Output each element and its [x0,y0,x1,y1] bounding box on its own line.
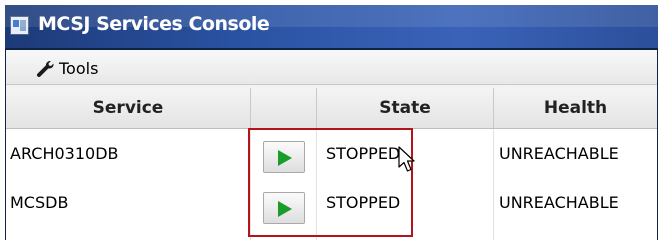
wrench-icon [37,60,54,77]
health-cell: UNREACHABLE [494,129,657,178]
app-icon [10,16,29,35]
column-header-health[interactable]: Health [494,88,657,128]
highlight-box [248,128,413,237]
service-name: ARCH0310DB [10,144,119,163]
window-title: MCSJ Services Console [38,13,270,35]
menu-bar: Tools [6,50,657,85]
title-bar[interactable]: MCSJ Services Console [5,5,658,48]
tools-menu-label: Tools [59,58,99,78]
service-name: MCSDB [10,193,69,212]
service-health: UNREACHABLE [499,144,619,163]
tools-menu[interactable]: Tools [36,57,98,79]
service-health: UNREACHABLE [499,193,619,212]
health-cell: UNREACHABLE [494,178,657,240]
column-header-state[interactable]: State [317,88,494,128]
service-name-cell: MCSDB [6,178,251,240]
column-header-service[interactable]: Service [6,88,251,128]
column-header-action[interactable] [251,88,317,128]
mouse-cursor-icon [398,146,415,172]
table-header: Service State Health [6,88,657,129]
service-name-cell: ARCH0310DB [6,129,251,178]
